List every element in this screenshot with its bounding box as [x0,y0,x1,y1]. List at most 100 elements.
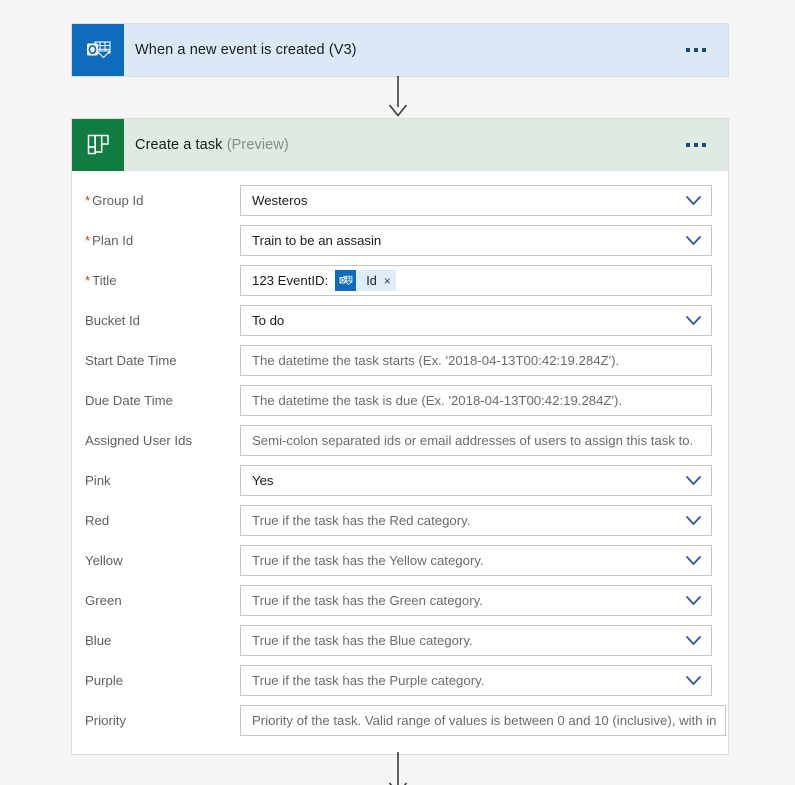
field-label: Assigned User Ids [85,420,240,449]
form-row: Yellow True if the task has the Yellow ca… [72,540,728,580]
field-label-text: Blue [85,633,112,648]
action-fields-container: * Group Id Westeros * Plan Id Train to be an … [72,171,728,754]
field-wrapper: Priority of the task. Valid range of val… [240,705,726,736]
field-dropdown[interactable]: Yes [240,465,712,496]
token-label: Id [366,273,377,288]
chevron-down-icon[interactable] [685,185,702,216]
form-row: * Plan Id Train to be an assasin [72,220,728,260]
static-prefix-text: 123 EventID: [252,273,329,288]
field-label: * Title [85,260,240,289]
connector-action-to-next [0,752,795,785]
field-label: Green [85,580,240,609]
title-token-input[interactable]: 123 EventID: Id × [240,265,712,296]
form-row: * Title 123 EventID: Id × [72,260,728,300]
trigger-title-text: When a new event is created (V3) [135,42,357,58]
field-wrapper: True if the task has the Purple category… [240,665,712,696]
required-asterisk: * [85,193,91,208]
field-label: * Group Id [85,180,240,209]
chevron-down-icon[interactable] [685,585,702,616]
trigger-card[interactable]: When a new event is created (V3) [71,23,729,77]
action-title: Create a task (Preview) [124,137,682,153]
field-wrapper: True if the task has the Yellow category… [240,545,712,576]
field-label-text: Purple [85,673,124,688]
field-wrapper: True if the task has the Green category. [240,585,712,616]
form-row: Red True if the task has the Red category… [72,500,728,540]
chevron-down-icon[interactable] [685,665,702,696]
preview-badge: (Preview) [226,137,289,153]
field-label: Priority [85,700,240,729]
field-dropdown[interactable]: Train to be an assasin [240,225,712,256]
field-label: Purple [85,660,240,689]
field-label-text: Priority [85,713,127,728]
ellipsis-dot [686,143,690,147]
form-row: Start Date Time The datetime the task sta… [72,340,728,380]
field-text-input[interactable]: The datetime the task starts (Ex. '2018-… [240,345,712,376]
field-wrapper: Train to be an assasin [240,225,712,256]
form-row: Due Date Time The datetime the task is du… [72,380,728,420]
field-text-input[interactable]: Priority of the task. Valid range of val… [240,705,726,736]
form-row: Bucket Id To do [72,300,728,340]
field-dropdown[interactable]: To do [240,305,712,336]
required-asterisk: * [85,273,91,288]
field-label-text: Start Date Time [85,353,177,368]
field-label-text: Red [85,513,110,528]
field-dropdown[interactable]: True if the task has the Yellow category… [240,545,712,576]
field-label: Bucket Id [85,300,240,329]
field-label-text: Pink [85,473,111,488]
field-label: Due Date Time [85,380,240,409]
trigger-card-header[interactable]: When a new event is created (V3) [72,24,728,76]
field-label: * Plan Id [85,220,240,249]
action-title-text: Create a task [135,137,223,153]
field-wrapper: Westeros [240,185,712,216]
trigger-ellipsis-menu-button[interactable] [682,40,710,60]
field-text-input[interactable]: Semi-colon separated ids or email addres… [240,425,712,456]
ellipsis-dot [686,48,690,52]
form-row: Priority Priority of the task. Valid rang… [72,700,728,740]
field-dropdown[interactable]: True if the task has the Purple category… [240,665,712,696]
trigger-title: When a new event is created (V3) [124,42,682,58]
chevron-down-icon[interactable] [685,225,702,256]
field-label: Blue [85,620,240,649]
field-label: Start Date Time [85,340,240,369]
field-label-text: Due Date Time [85,393,173,408]
chevron-down-icon[interactable] [685,545,702,576]
action-ellipsis-menu-button[interactable] [682,135,710,155]
field-wrapper: To do [240,305,712,336]
field-wrapper: The datetime the task is due (Ex. '2018-… [240,385,712,416]
outlook-calendar-icon [72,24,124,76]
outlook-calendar-icon [335,270,357,291]
action-card-header[interactable]: Create a task (Preview) [72,119,728,171]
token-remove-icon[interactable]: × [384,275,391,287]
field-dropdown[interactable]: True if the task has the Blue category. [240,625,712,656]
field-label-text: Yellow [85,553,123,568]
action-card[interactable]: Create a task (Preview) * Group Id Westero… [71,118,729,755]
ellipsis-dot [702,48,706,52]
field-label-text: Green [85,593,122,608]
field-wrapper: Semi-colon separated ids or email addres… [240,425,712,456]
ellipsis-dot [694,48,698,52]
field-wrapper: True if the task has the Red category. [240,505,712,536]
planner-board-icon [72,119,124,171]
chevron-down-icon[interactable] [685,465,702,496]
field-wrapper: The datetime the task starts (Ex. '2018-… [240,345,712,376]
chevron-down-icon[interactable] [685,625,702,656]
chevron-down-icon[interactable] [685,305,702,336]
field-wrapper: Yes [240,465,712,496]
field-dropdown[interactable]: Westeros [240,185,712,216]
dynamic-content-token[interactable]: Id × [335,270,396,291]
field-label-text: Group Id [92,193,144,208]
form-row: Pink Yes [72,460,728,500]
field-dropdown[interactable]: True if the task has the Red category. [240,505,712,536]
field-label-text: Assigned User Ids [85,433,193,448]
field-wrapper: 123 EventID: Id × [240,265,712,296]
form-row: Blue True if the task has the Blue catego… [72,620,728,660]
field-label-text: Title [92,273,117,288]
field-label: Yellow [85,540,240,569]
connector-trigger-to-action [0,76,795,118]
field-text-input[interactable]: The datetime the task is due (Ex. '2018-… [240,385,712,416]
form-row: Assigned User Ids Semi-colon separated id… [72,420,728,460]
field-dropdown[interactable]: True if the task has the Green category. [240,585,712,616]
field-label: Red [85,500,240,529]
chevron-down-icon[interactable] [685,505,702,536]
field-wrapper: True if the task has the Blue category. [240,625,712,656]
